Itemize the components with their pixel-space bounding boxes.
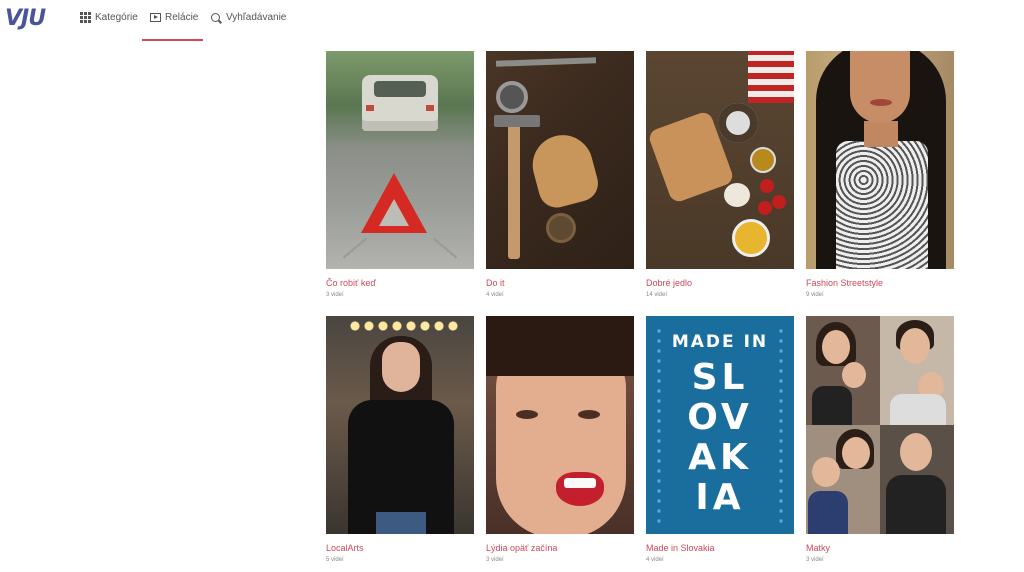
video-count: 14 videí [646,292,668,298]
show-thumbnail[interactable] [806,51,954,269]
show-title[interactable]: Čo robiť keď [326,278,474,288]
show-card[interactable]: LocalArts 5 videí [326,316,474,563]
show-title[interactable]: LocalArts [326,543,474,553]
video-count: 3 videí [486,557,504,563]
active-tab-indicator [142,39,203,41]
video-count: 9 videí [806,292,824,298]
show-thumbnail[interactable] [806,316,954,534]
logo[interactable]: VJU [5,6,46,31]
show-title[interactable]: Fashion Streetstyle [806,278,954,288]
show-title[interactable]: Do it [486,278,634,288]
show-title[interactable]: Lýdia opäť začína [486,543,634,553]
show-title[interactable]: Dobré jedlo [646,278,794,288]
show-card[interactable]: Do it 4 videí [486,51,634,298]
video-count: 3 videí [806,557,824,563]
show-card[interactable]: Matky 3 videí [806,316,954,563]
nav-label: Kategórie [95,12,138,23]
video-count: 3 videí [326,292,344,298]
show-card[interactable]: Dobré jedlo 14 videí [646,51,794,298]
nav-label: Relácie [165,12,199,23]
video-count: 5 videí [326,557,344,563]
video-count: 4 videí [646,557,664,563]
poster-word: SL OV AK IA [687,357,753,518]
show-card[interactable]: Lýdia opäť začína 3 videí [486,316,634,563]
show-thumbnail[interactable] [326,51,474,269]
poster-heading: MADE IN [671,332,769,352]
grid-icon [80,12,91,23]
show-card[interactable]: Fashion Streetstyle 9 videí [806,51,954,298]
nav-relacie[interactable]: Relácie [150,12,198,23]
show-title[interactable]: Matky [806,543,954,553]
nav-vyhladavanie[interactable]: Vyhľadávanie [211,12,286,23]
show-card[interactable]: MADE IN SL OV AK IA Made in Slovakia 4 v… [646,316,794,563]
show-thumbnail[interactable] [486,316,634,534]
show-thumbnail[interactable] [326,316,474,534]
top-navigation: VJU Kategórie Relácie Vyhľadávanie [0,0,1024,44]
show-thumbnail[interactable]: MADE IN SL OV AK IA [646,316,794,534]
show-card[interactable]: Čo robiť keď 3 videí [326,51,474,298]
show-title[interactable]: Made in Slovakia [646,543,794,553]
nav-label: Vyhľadávanie [226,12,287,23]
play-icon [150,13,161,22]
search-icon [211,13,220,22]
show-thumbnail[interactable] [646,51,794,269]
nav-kategorie[interactable]: Kategórie [80,12,138,23]
video-count: 4 videí [486,292,504,298]
show-thumbnail[interactable] [486,51,634,269]
